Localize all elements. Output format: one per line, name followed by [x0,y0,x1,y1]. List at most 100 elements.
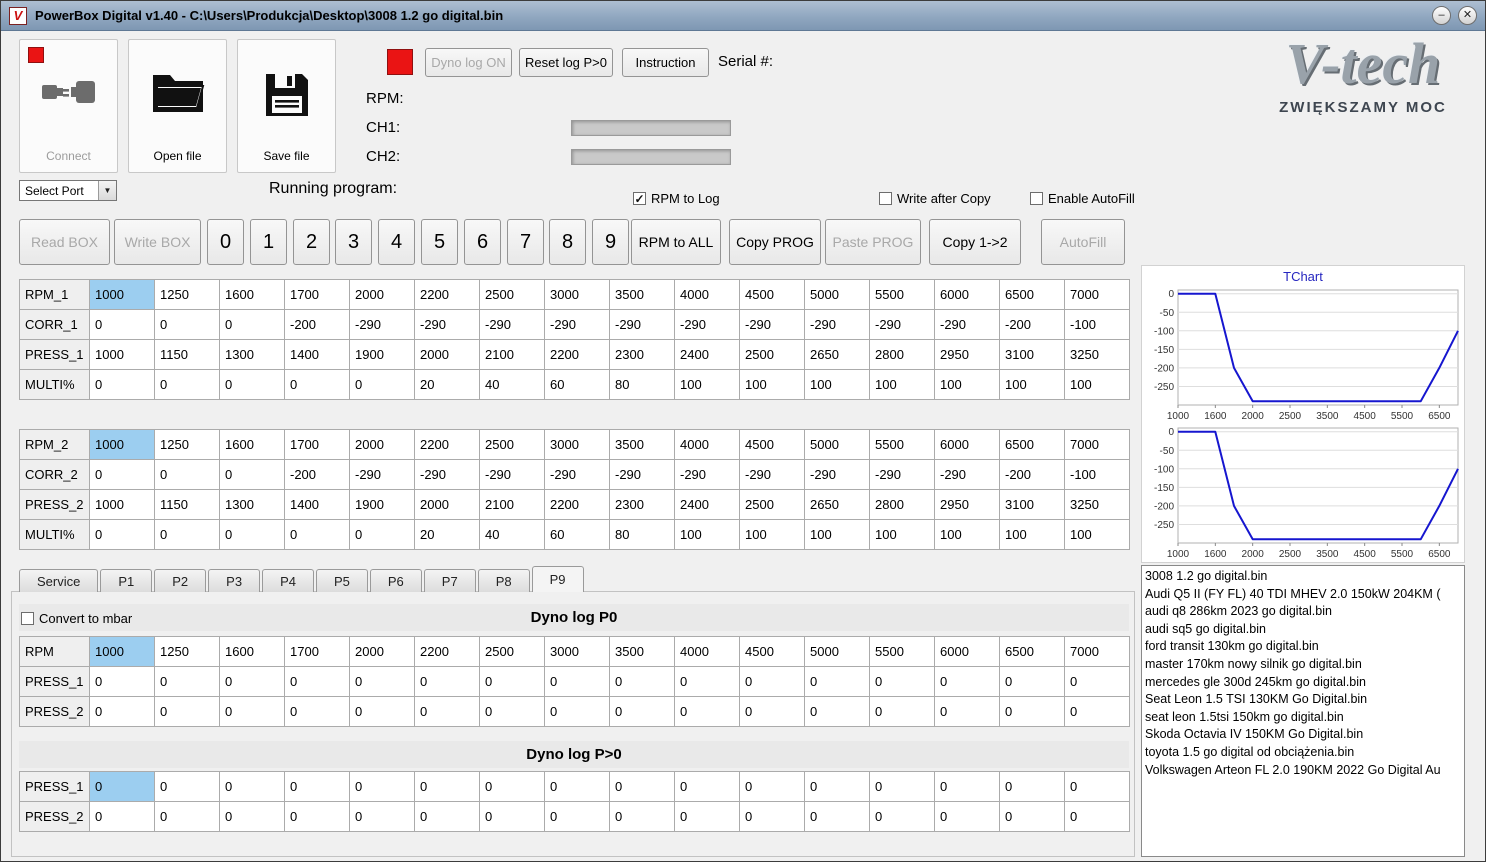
cell-dyno-pgt0-PRESS_1-1[interactable]: 0 [154,771,220,802]
cell-program2-PRESS_2-9[interactable]: 2400 [674,489,740,520]
cell-program2-RPM_2-9[interactable]: 4000 [674,429,740,460]
cell-program1-RPM_1-4[interactable]: 2000 [349,279,415,310]
digit-2-button[interactable]: 2 [293,219,330,265]
cell-dyno-p0-PRESS_2-14[interactable]: 0 [999,696,1065,727]
cell-program1-PRESS_1-13[interactable]: 2950 [934,339,1000,370]
cell-program1-RPM_1-1[interactable]: 1250 [154,279,220,310]
cell-program1-CORR_1-13[interactable]: -290 [934,309,1000,340]
cell-dyno-p0-RPM-13[interactable]: 6000 [934,636,1000,667]
dyno-log-on-button[interactable]: Dyno log ON [425,48,512,77]
cell-program1-RPM_1-2[interactable]: 1600 [219,279,285,310]
cell-program2-MULTI%-10[interactable]: 100 [739,519,805,550]
cell-program2-MULTI%-2[interactable]: 0 [219,519,285,550]
cell-dyno-p0-PRESS_2-5[interactable]: 0 [414,696,480,727]
cell-dyno-p0-RPM-8[interactable]: 3500 [609,636,675,667]
cell-program2-PRESS_2-5[interactable]: 2000 [414,489,480,520]
cell-program2-MULTI%-7[interactable]: 60 [544,519,610,550]
write-after-copy-checkbox[interactable]: Write after Copy [879,191,991,206]
tab-p8[interactable]: P8 [477,569,530,592]
cell-dyno-pgt0-PRESS_2-6[interactable]: 0 [479,801,545,832]
cell-program2-RPM_2-4[interactable]: 2000 [349,429,415,460]
cell-program2-MULTI%-15[interactable]: 100 [1064,519,1130,550]
file-list-item[interactable]: Audi Q5 II (FY FL) 40 TDI MHEV 2.0 150kW… [1145,586,1464,604]
cell-program2-CORR_2-0[interactable]: 0 [89,459,155,490]
cell-program2-MULTI%-0[interactable]: 0 [89,519,155,550]
cell-program2-MULTI%-8[interactable]: 80 [609,519,675,550]
cell-dyno-pgt0-PRESS_2-5[interactable]: 0 [414,801,480,832]
cell-dyno-p0-PRESS_1-15[interactable]: 0 [1064,666,1130,697]
cell-dyno-pgt0-PRESS_2-9[interactable]: 0 [674,801,740,832]
digit-7-button[interactable]: 7 [507,219,544,265]
cell-dyno-pgt0-PRESS_2-8[interactable]: 0 [609,801,675,832]
file-list-item[interactable]: audi q8 286km 2023 go digital.bin [1145,603,1464,621]
cell-program1-CORR_1-8[interactable]: -290 [609,309,675,340]
cell-program1-CORR_1-6[interactable]: -290 [479,309,545,340]
cell-program2-CORR_2-4[interactable]: -290 [349,459,415,490]
cell-program1-PRESS_1-7[interactable]: 2200 [544,339,610,370]
cell-dyno-p0-PRESS_1-2[interactable]: 0 [219,666,285,697]
cell-dyno-p0-RPM-2[interactable]: 1600 [219,636,285,667]
digit-9-button[interactable]: 9 [592,219,629,265]
cell-program2-RPM_2-10[interactable]: 4500 [739,429,805,460]
cell-dyno-p0-RPM-0[interactable]: 1000 [89,636,155,667]
select-port-dropdown[interactable]: Select Port ▼ [19,180,117,201]
cell-dyno-pgt0-PRESS_1-11[interactable]: 0 [804,771,870,802]
cell-dyno-p0-PRESS_1-1[interactable]: 0 [154,666,220,697]
cell-program1-PRESS_1-12[interactable]: 2800 [869,339,935,370]
tab-p5[interactable]: P5 [315,569,368,592]
cell-program2-CORR_2-12[interactable]: -290 [869,459,935,490]
cell-program1-RPM_1-8[interactable]: 3500 [609,279,675,310]
cell-program1-PRESS_1-14[interactable]: 3100 [999,339,1065,370]
cell-program2-PRESS_2-6[interactable]: 2100 [479,489,545,520]
cell-program1-RPM_1-13[interactable]: 6000 [934,279,1000,310]
cell-program1-CORR_1-9[interactable]: -290 [674,309,740,340]
cell-dyno-p0-RPM-12[interactable]: 5500 [869,636,935,667]
cell-program2-MULTI%-11[interactable]: 100 [804,519,870,550]
cell-dyno-p0-RPM-3[interactable]: 1700 [284,636,350,667]
cell-program1-CORR_1-0[interactable]: 0 [89,309,155,340]
cell-dyno-p0-PRESS_2-9[interactable]: 0 [674,696,740,727]
cell-dyno-p0-RPM-4[interactable]: 2000 [349,636,415,667]
cell-dyno-p0-PRESS_1-14[interactable]: 0 [999,666,1065,697]
cell-program2-CORR_2-1[interactable]: 0 [154,459,220,490]
tab-service[interactable]: Service [19,569,99,592]
cell-dyno-p0-RPM-11[interactable]: 5000 [804,636,870,667]
cell-dyno-p0-PRESS_1-8[interactable]: 0 [609,666,675,697]
cell-program2-CORR_2-13[interactable]: -290 [934,459,1000,490]
cell-program2-MULTI%-4[interactable]: 0 [349,519,415,550]
cell-program1-PRESS_1-3[interactable]: 1400 [284,339,350,370]
cell-dyno-pgt0-PRESS_1-15[interactable]: 0 [1064,771,1130,802]
cell-program2-PRESS_2-0[interactable]: 1000 [89,489,155,520]
cell-program2-MULTI%-14[interactable]: 100 [999,519,1065,550]
cell-program1-PRESS_1-10[interactable]: 2500 [739,339,805,370]
cell-dyno-pgt0-PRESS_1-0[interactable]: 0 [89,771,155,802]
cell-dyno-pgt0-PRESS_1-14[interactable]: 0 [999,771,1065,802]
cell-dyno-p0-RPM-1[interactable]: 1250 [154,636,220,667]
cell-program1-MULTI%-7[interactable]: 60 [544,369,610,400]
file-list-item[interactable]: mercedes gle 300d 245km go digital.bin [1145,674,1464,692]
digit-4-button[interactable]: 4 [378,219,415,265]
autofill-button[interactable]: AutoFill [1041,219,1125,265]
save-file-button[interactable]: Save file [237,39,336,173]
cell-dyno-p0-RPM-15[interactable]: 7000 [1064,636,1130,667]
cell-program2-CORR_2-3[interactable]: -200 [284,459,350,490]
cell-program2-RPM_2-13[interactable]: 6000 [934,429,1000,460]
cell-program2-RPM_2-12[interactable]: 5500 [869,429,935,460]
cell-program2-RPM_2-6[interactable]: 2500 [479,429,545,460]
cell-program1-RPM_1-0[interactable]: 1000 [89,279,155,310]
cell-dyno-p0-RPM-9[interactable]: 4000 [674,636,740,667]
cell-dyno-pgt0-PRESS_2-15[interactable]: 0 [1064,801,1130,832]
tab-p9[interactable]: P9 [531,566,584,592]
cell-dyno-p0-PRESS_1-9[interactable]: 0 [674,666,740,697]
cell-dyno-p0-PRESS_1-6[interactable]: 0 [479,666,545,697]
cell-dyno-p0-RPM-10[interactable]: 4500 [739,636,805,667]
cell-dyno-p0-RPM-5[interactable]: 2200 [414,636,480,667]
cell-dyno-pgt0-PRESS_2-1[interactable]: 0 [154,801,220,832]
cell-program1-PRESS_1-6[interactable]: 2100 [479,339,545,370]
file-list-item[interactable]: Skoda Octavia IV 150KM Go Digital.bin [1145,726,1464,744]
cell-program2-CORR_2-6[interactable]: -290 [479,459,545,490]
copy-1-to-2-button[interactable]: Copy 1->2 [929,219,1021,265]
cell-program2-RPM_2-7[interactable]: 3000 [544,429,610,460]
cell-program1-RPM_1-6[interactable]: 2500 [479,279,545,310]
file-list-item[interactable]: Volkswagen Arteon FL 2.0 190KM 2022 Go D… [1145,762,1464,780]
